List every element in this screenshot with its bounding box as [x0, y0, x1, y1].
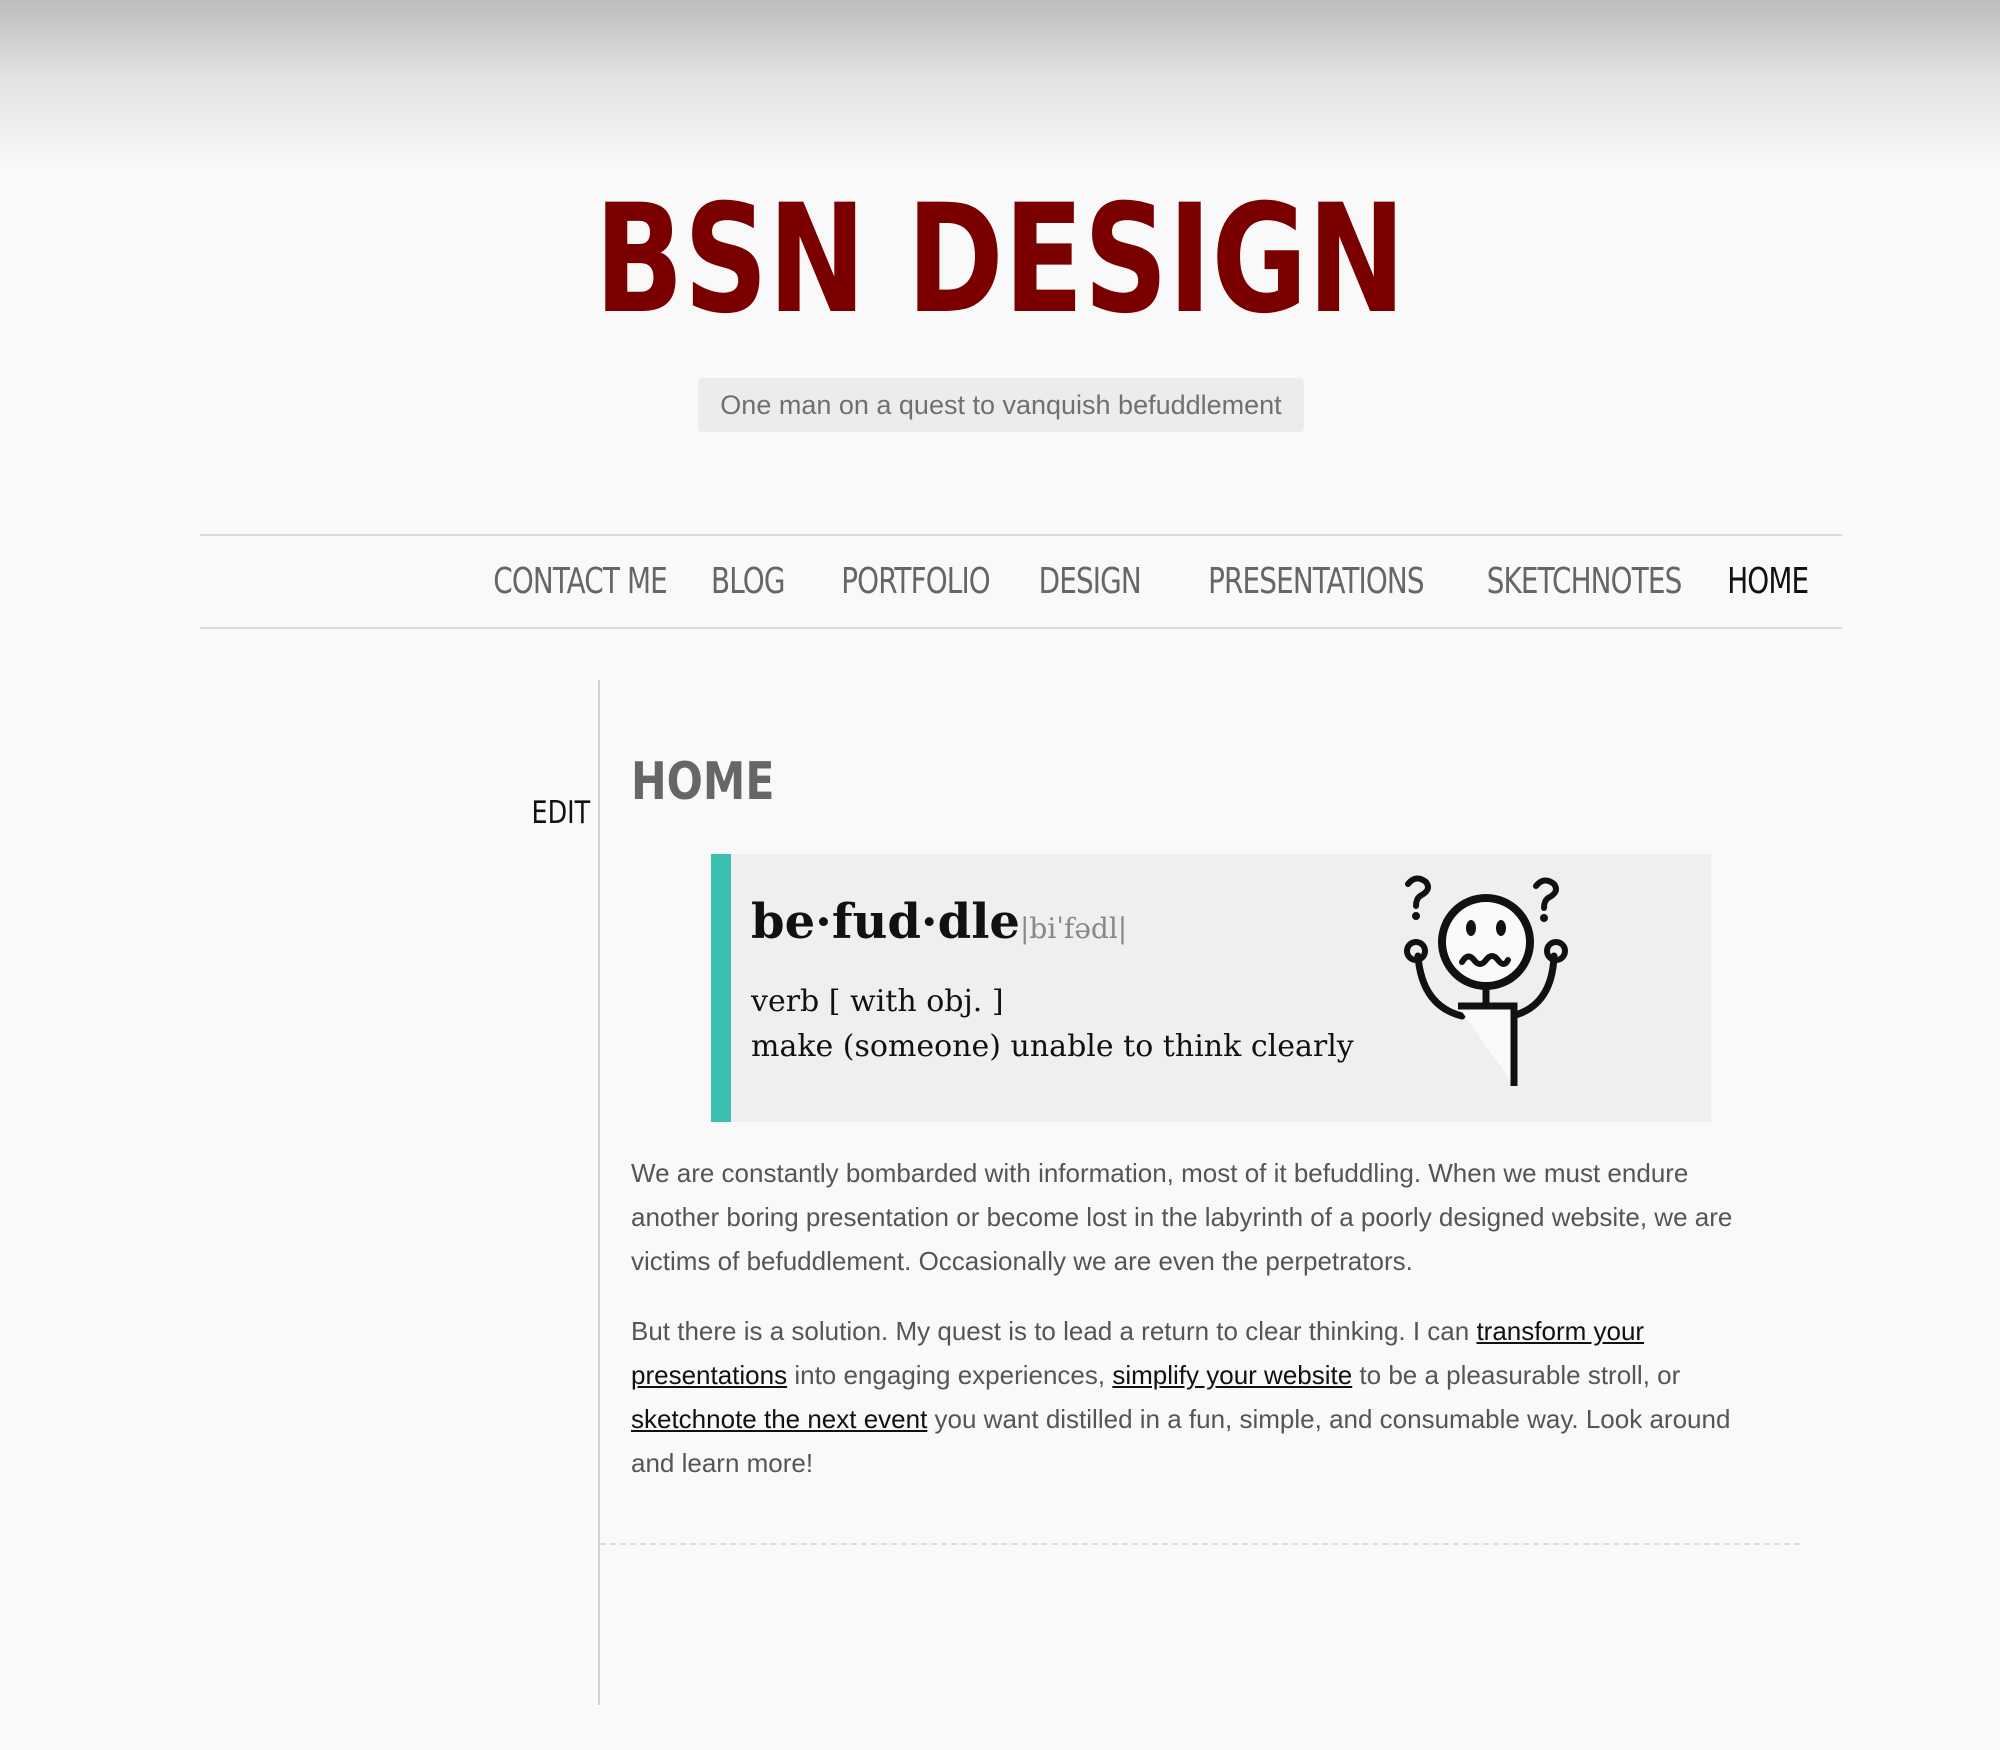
nav-item-presentations[interactable]: PRESENTATIONS: [1208, 561, 1424, 602]
nav-item-blog[interactable]: BLOG: [711, 561, 785, 602]
main-nav: CONTACT ME BLOG PORTFOLIO DESIGN PRESENT…: [425, 536, 1809, 627]
nav-item-contact-me[interactable]: CONTACT ME: [494, 561, 669, 602]
site-title[interactable]: BSN DESIGN: [220, 170, 1780, 350]
site-tagline: One man on a quest to vanquish befuddlem…: [698, 378, 1304, 432]
content-end-divider: [600, 1543, 1800, 1545]
definition-accent-bar: [711, 854, 731, 1122]
nav-item-design[interactable]: DESIGN: [1038, 561, 1141, 602]
definition-word-line: be·fud·dle|biˈfədl|: [751, 894, 1127, 950]
confused-stick-figure-icon: [1404, 875, 1568, 1086]
header-gradient: [0, 0, 2000, 170]
solution-paragraph: But there is a solution. My quest is to …: [631, 1309, 1761, 1485]
definition-word: be·fud·dle: [751, 894, 1020, 950]
simplify-website-link[interactable]: simplify your website: [1112, 1360, 1352, 1390]
solution-text-2: into engaging experiences,: [787, 1360, 1113, 1390]
nav-item-home[interactable]: HOME: [1727, 561, 1809, 602]
definition-meaning: make (someone) unable to think clearly: [751, 1029, 1354, 1064]
content-divider: [598, 680, 600, 1705]
nav-divider-bottom: [200, 627, 1842, 629]
sketchnote-event-link[interactable]: sketchnote the next event: [631, 1404, 927, 1434]
nav-item-sketchnotes[interactable]: SKETCHNOTES: [1487, 561, 1683, 602]
solution-text-1: But there is a solution. My quest is to …: [631, 1316, 1477, 1346]
definition-pronunciation: |biˈfədl|: [1019, 912, 1128, 945]
edit-link[interactable]: EDIT: [532, 795, 591, 831]
definition-part-of-speech: verb [ with obj. ]: [751, 984, 1004, 1019]
page-title: HOME: [631, 752, 775, 812]
definition-box: be·fud·dle|biˈfədl| verb [ with obj. ] m…: [711, 854, 1711, 1122]
solution-text-3: to be a pleasurable stroll, or: [1352, 1360, 1681, 1390]
intro-paragraph: We are constantly bombarded with informa…: [631, 1158, 1733, 1276]
nav-item-portfolio[interactable]: PORTFOLIO: [841, 561, 991, 602]
